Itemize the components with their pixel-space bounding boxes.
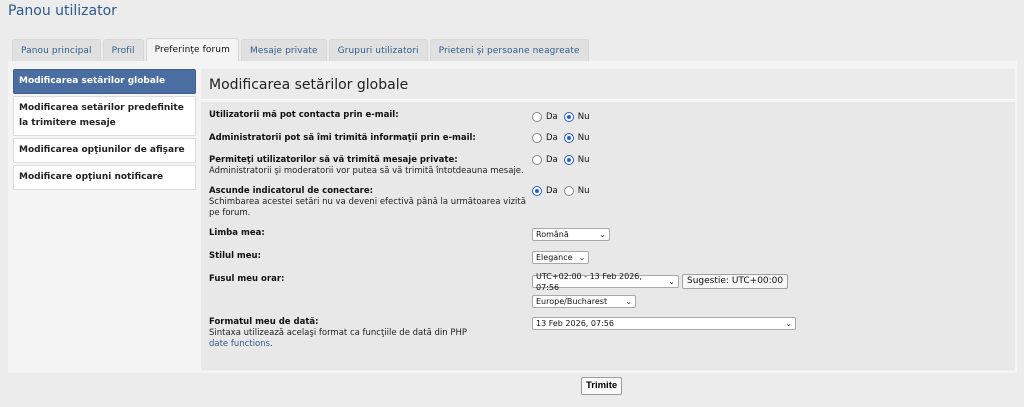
timezone-zone-value: Europe/Bucharest [536, 297, 608, 306]
sidebar-item-global-settings[interactable]: Modificarea setărilor globale [13, 69, 196, 94]
tab-main[interactable]: Panou principal [12, 39, 101, 62]
sidebar-item-display-options[interactable]: Modificarea opţiunilor de afişare [13, 138, 196, 163]
date-functions-link-suffix: . [270, 339, 273, 349]
tab-friends-foes[interactable]: Prieteni şi persoane neagreate [429, 39, 589, 62]
date-format-select[interactable]: 13 Feb 2026, 07:56 ⌄ [532, 317, 796, 330]
sidebar-item-notification-options[interactable]: Modificare opţiuni notificare [13, 165, 196, 190]
radio-email-users-yes[interactable] [532, 112, 542, 122]
radio-hide-online-no[interactable] [563, 186, 574, 196]
submit-button[interactable]: Trimite [581, 377, 623, 395]
radio-label-no: Nu [577, 186, 590, 196]
label-timezone: Fusul meu orar: [209, 274, 285, 284]
section-title: Modificarea setărilor globale [201, 69, 1015, 100]
label-style: Stilul meu: [209, 251, 262, 261]
row-date-format: Formatul meu de dată: Sintaxa utilizează… [201, 317, 1015, 357]
radio-email-admins-no[interactable] [563, 133, 574, 143]
date-functions-link[interactable]: date functions [209, 339, 270, 349]
radio-label-no: Nu [577, 133, 590, 143]
chevron-down-icon: ⌄ [578, 253, 586, 262]
label-email-admins: Administratorii pot să îmi trimită infor… [209, 133, 476, 143]
tab-forum-preferences[interactable]: Preferinţe forum [145, 38, 239, 62]
radio-label-no: Nu [577, 112, 590, 122]
timezone-value: UTC+02:00 - 13 Feb 2026, 07:56 [536, 271, 642, 292]
desc-hide-online: Schimbarea acestei setări nu va deveni e… [209, 197, 526, 218]
radio-label-yes: Da [546, 186, 558, 196]
sidebar-item-posting-defaults[interactable]: Modificarea setărilor predefinite la tri… [13, 96, 196, 136]
chevron-down-icon: ⌄ [785, 319, 792, 328]
tab-profile[interactable]: Profil [102, 39, 144, 62]
row-email-admins: Administratorii pot să îmi trimită infor… [201, 133, 1015, 155]
radio-label-no: Nu [577, 155, 590, 165]
sidebar: Modificarea setărilor globale Modificare… [13, 69, 196, 192]
tab-private-messages[interactable]: Mesaje private [240, 39, 327, 62]
tab-user-groups[interactable]: Grupuri utilizatori [328, 39, 428, 62]
radio-email-admins-yes[interactable] [532, 133, 542, 143]
desc-date-format: Sintaxa utilizează acelaşi format ca fun… [209, 328, 467, 338]
chevron-down-icon: ⌄ [668, 277, 675, 286]
desc-allow-pm: Administratorii şi moderatorii vor putea… [209, 166, 524, 176]
style-value: Elegance [536, 253, 573, 262]
label-language: Limba mea: [209, 228, 265, 238]
radio-allow-pm-no[interactable] [563, 155, 574, 165]
radio-label-yes: Da [546, 112, 558, 122]
language-select[interactable]: Română ⌄ [532, 228, 610, 241]
date-format-value: 13 Feb 2026, 07:56 [536, 319, 614, 328]
language-value: Română [536, 230, 569, 239]
row-allow-pm: Permiteţi utilizatorilor să vă trimită m… [201, 155, 1015, 186]
radio-allow-pm-yes[interactable] [532, 155, 542, 165]
timezone-zone-select[interactable]: Europe/Bucharest ⌄ [532, 295, 636, 308]
row-timezone: Fusul meu orar: UTC+02:00 - 13 Feb 2026,… [201, 272, 1015, 317]
label-email-users: Utilizatorii mă pot contacta prin e-mail… [209, 110, 399, 120]
tab-bar: Panou principal Profil Preferinţe forum … [12, 38, 589, 62]
radio-label-yes: Da [546, 133, 558, 143]
label-allow-pm: Permiteţi utilizatorilor să vă trimită m… [209, 155, 458, 165]
radio-email-users-no[interactable] [563, 112, 574, 122]
settings-form: Utilizatorii mă pot contacta prin e-mail… [201, 102, 1015, 370]
chevron-down-icon: ⌄ [625, 297, 632, 306]
row-hide-online: Ascunde indicatorul de conectare: Schimb… [201, 186, 1015, 228]
timezone-select[interactable]: UTC+02:00 - 13 Feb 2026, 07:56 ⌄ [532, 272, 679, 292]
label-date-format: Formatul meu de dată: [209, 317, 319, 327]
main-content: Modificarea setărilor globale Utilizator… [201, 69, 1015, 371]
radio-label-yes: Da [546, 155, 558, 165]
row-language: Limba mea: Română ⌄ [201, 228, 1015, 251]
page-title: Panou utilizator [8, 3, 117, 19]
row-email-users: Utilizatorii mă pot contacta prin e-mail… [201, 110, 1015, 133]
chevron-down-icon: ⌄ [599, 230, 606, 239]
style-select[interactable]: Elegance ⌄ [532, 251, 589, 264]
radio-hide-online-yes[interactable] [532, 186, 542, 196]
label-hide-online: Ascunde indicatorul de conectare: [209, 186, 374, 196]
suggest-timezone-button[interactable]: Sugestie: UTC+00:00 [682, 274, 789, 289]
